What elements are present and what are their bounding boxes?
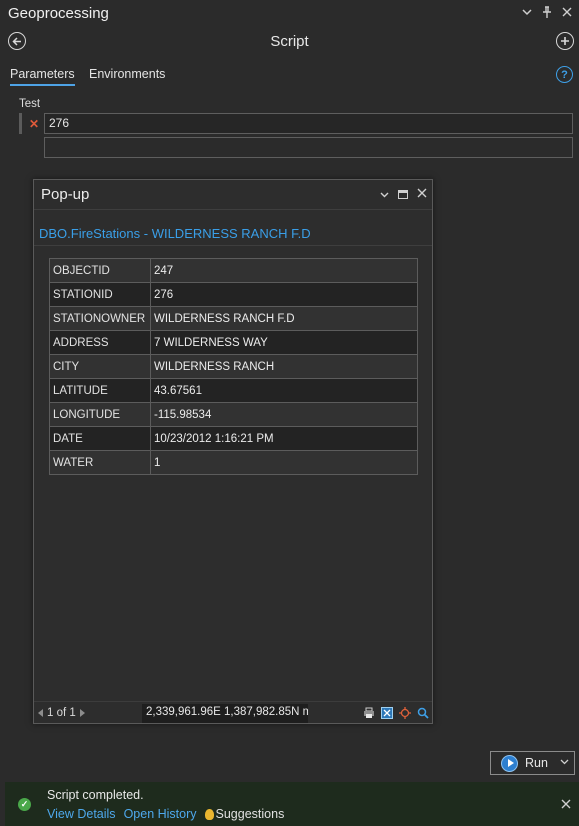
play-icon <box>501 754 518 772</box>
table-row: WATER 1 <box>49 450 418 475</box>
view-details-link[interactable]: View Details <box>47 807 116 821</box>
attribute-value: 7 WILDERNESS WAY <box>150 330 418 355</box>
parameter-indicator <box>19 113 22 134</box>
attribute-key: CITY <box>49 354 151 379</box>
attribute-key: STATIONID <box>49 282 151 307</box>
table-row: DATE 10/23/2012 1:16:21 PM <box>49 426 418 451</box>
open-history-link[interactable]: Open History <box>124 807 197 821</box>
divider <box>34 245 432 246</box>
attribute-key: ADDRESS <box>49 330 151 355</box>
chevron-down-icon[interactable] <box>521 5 533 19</box>
run-button[interactable]: Run <box>490 751 575 775</box>
attribute-table: OBJECTID 247 STATIONID 276 STATIONOWNER WIL… <box>49 258 418 475</box>
previous-icon[interactable] <box>38 709 43 717</box>
attribute-value: WILDERNESS RANCH <box>150 354 418 379</box>
suggestions-link[interactable]: Suggestions <box>204 807 285 821</box>
pan-to-icon[interactable] <box>398 706 411 719</box>
close-icon[interactable] <box>561 5 573 19</box>
table-row: OBJECTID 247 <box>49 258 418 283</box>
attribute-value: WILDERNESS RANCH F.D <box>150 306 418 331</box>
table-row: LONGITUDE -115.98534 <box>49 402 418 427</box>
help-icon[interactable]: ? <box>556 66 573 83</box>
table-row: CITY WILDERNESS RANCH <box>49 354 418 379</box>
zoom-to-icon[interactable] <box>416 706 429 719</box>
popup-tools <box>362 706 429 719</box>
attribute-key: OBJECTID <box>49 258 151 283</box>
add-button[interactable] <box>556 32 574 50</box>
parameter-empty-input[interactable] <box>44 137 573 158</box>
run-label: Run <box>525 756 548 770</box>
popup-controls <box>380 187 427 201</box>
message-text: Script completed. <box>47 788 144 802</box>
attribute-key: WATER <box>49 450 151 475</box>
popup-title: Pop-up <box>41 186 90 203</box>
attribute-key: DATE <box>49 426 151 451</box>
next-icon[interactable] <box>79 709 85 717</box>
attribute-value: 247 <box>150 258 418 283</box>
suggestions-label: Suggestions <box>215 807 285 821</box>
message-bar: ✓ Script completed. View Details Open Hi… <box>5 782 579 826</box>
close-icon[interactable] <box>561 796 571 812</box>
pager-label: 1 of 1 <box>47 707 76 719</box>
popup-window: Pop-up DBO.FireStations - WILDERNESS RAN… <box>33 179 433 724</box>
close-icon[interactable] <box>417 187 427 201</box>
print-icon[interactable] <box>362 706 375 719</box>
remove-value-icon[interactable]: ✕ <box>29 117 39 131</box>
pager: 1 of 1 <box>38 707 85 719</box>
maximize-icon[interactable] <box>398 189 408 199</box>
coordinate-readout[interactable]: 2,339,961.96E 1,387,982.85N m <box>142 704 308 723</box>
export-icon[interactable] <box>380 706 393 719</box>
pin-icon[interactable] <box>541 5 553 19</box>
lightbulb-icon <box>204 808 214 820</box>
attribute-value: 10/23/2012 1:16:21 PM <box>150 426 418 451</box>
message-links: View Details Open History Suggestions <box>47 807 284 821</box>
popup-header: Pop-up <box>34 180 432 210</box>
chevron-down-icon[interactable] <box>560 757 569 768</box>
pane-title: Geoprocessing <box>8 5 109 22</box>
table-row: LATITUDE 43.67561 <box>49 378 418 403</box>
parameter-label: Test <box>19 98 41 110</box>
attribute-value: 276 <box>150 282 418 307</box>
success-check-icon: ✓ <box>18 798 31 811</box>
popup-footer: 1 of 1 2,339,961.96E 1,387,982.85N m <box>34 701 432 724</box>
table-row: ADDRESS 7 WILDERNESS WAY <box>49 330 418 355</box>
feature-title[interactable]: DBO.FireStations - WILDERNESS RANCH F.D <box>39 226 311 241</box>
attribute-value: 43.67561 <box>150 378 418 403</box>
tool-title: Script <box>270 33 309 50</box>
tab-environments[interactable]: Environments <box>89 67 165 84</box>
table-row: STATIONOWNER WILDERNESS RANCH F.D <box>49 306 418 331</box>
attribute-value: 1 <box>150 450 418 475</box>
chevron-down-icon[interactable] <box>380 187 389 201</box>
attribute-key: STATIONOWNER <box>49 306 151 331</box>
tab-parameters[interactable]: Parameters <box>10 67 75 86</box>
attribute-key: LATITUDE <box>49 378 151 403</box>
pane-controls <box>521 5 573 19</box>
attribute-value: -115.98534 <box>150 402 418 427</box>
parameter-value-input[interactable]: 276 <box>44 113 573 134</box>
attribute-key: LONGITUDE <box>49 402 151 427</box>
plus-icon <box>561 37 569 45</box>
table-row: STATIONID 276 <box>49 282 418 307</box>
